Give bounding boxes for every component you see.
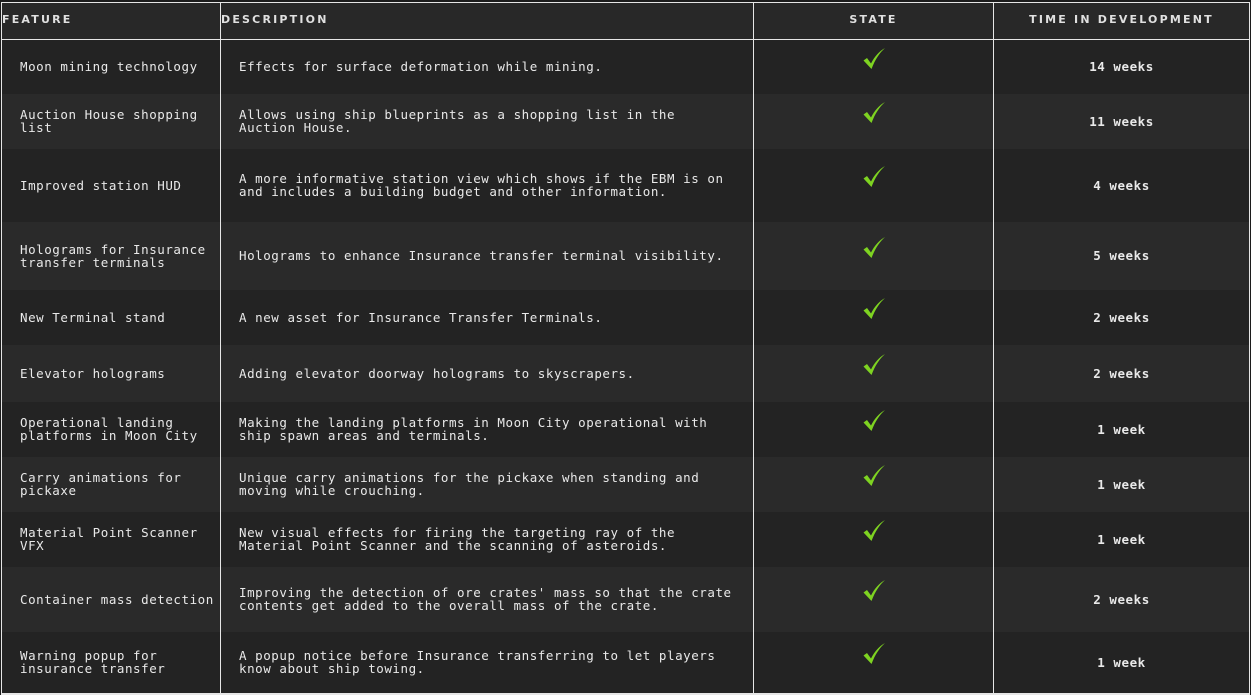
state-cell [753,289,994,345]
time-in-development-cell: 1 week [993,401,1250,457]
table-row: Elevator holograms Adding elevator doorw… [1,344,1250,402]
feature-cell: Warning popup for insurance transfer [1,631,221,695]
check-icon [861,641,887,667]
state-cell [753,93,994,149]
time-in-development-cell: 2 weeks [993,289,1250,345]
description-cell: Adding elevator doorway holograms to sky… [220,344,754,402]
check-icon [861,46,887,72]
feature-cell: Carry animations for pickaxe [1,456,221,512]
check-icon [861,235,887,261]
state-cell [753,511,994,567]
time-in-development-cell: 1 week [993,511,1250,567]
description-cell: A popup notice before Insurance transfer… [220,631,754,695]
header-time-in-development: Time in Development [993,2,1250,40]
feature-cell: Holograms for Insurance transfer termina… [1,221,221,290]
feature-cell: Container mass detection [1,566,221,632]
development-features-table: Feature Description State Time in Develo… [1,2,1250,695]
state-cell [753,401,994,457]
feature-cell: Moon mining technology [1,39,221,94]
check-icon [861,164,887,190]
time-in-development-cell: 1 week [993,456,1250,512]
table-row: Container mass detection Improving the d… [1,566,1250,632]
state-cell [753,631,994,695]
description-cell: Unique carry animations for the pickaxe … [220,456,754,512]
table-header-row: Feature Description State Time in Develo… [1,2,1250,40]
table-body: Moon mining technology Effects for surfa… [1,39,1250,695]
description-cell: Holograms to enhance Insurance transfer … [220,221,754,290]
description-cell: A new asset for Insurance Transfer Termi… [220,289,754,345]
check-icon [861,518,887,544]
check-icon [861,100,887,126]
time-in-development-cell: 14 weeks [993,39,1250,94]
feature-cell: Material Point Scanner VFX [1,511,221,567]
development-table-container: Feature Description State Time in Develo… [1,2,1250,695]
description-cell: Making the landing platforms in Moon Cit… [220,401,754,457]
feature-cell: Improved station HUD [1,148,221,222]
check-icon [861,352,887,378]
description-cell: Effects for surface deformation while mi… [220,39,754,94]
header-feature: Feature [1,2,221,40]
state-cell [753,221,994,290]
table-row: Operational landing platforms in Moon Ci… [1,401,1250,457]
table-row: Moon mining technology Effects for surfa… [1,39,1250,94]
time-in-development-cell: 2 weeks [993,344,1250,402]
table-row: Improved station HUD A more informative … [1,148,1250,222]
table-row: New Terminal stand A new asset for Insur… [1,289,1250,345]
state-cell [753,566,994,632]
table-row: Material Point Scanner VFX New visual ef… [1,511,1250,567]
table-row: Warning popup for insurance transfer A p… [1,631,1250,695]
check-icon [861,463,887,489]
description-cell: New visual effects for firing the target… [220,511,754,567]
description-cell: Allows using ship blueprints as a shoppi… [220,93,754,149]
time-in-development-cell: 4 weeks [993,148,1250,222]
time-in-development-cell: 11 weeks [993,93,1250,149]
header-description: Description [220,2,754,40]
header-state: State [753,2,994,40]
state-cell [753,344,994,402]
check-icon [861,578,887,604]
table-row: Auction House shopping list Allows using… [1,93,1250,149]
description-cell: Improving the detection of ore crates' m… [220,566,754,632]
state-cell [753,148,994,222]
description-cell: A more informative station view which sh… [220,148,754,222]
feature-cell: Elevator holograms [1,344,221,402]
check-icon [861,296,887,322]
state-cell [753,456,994,512]
state-cell [753,39,994,94]
check-icon [861,408,887,434]
feature-cell: Operational landing platforms in Moon Ci… [1,401,221,457]
time-in-development-cell: 1 week [993,631,1250,695]
time-in-development-cell: 5 weeks [993,221,1250,290]
feature-cell: New Terminal stand [1,289,221,345]
table-row: Carry animations for pickaxe Unique carr… [1,456,1250,512]
feature-cell: Auction House shopping list [1,93,221,149]
time-in-development-cell: 2 weeks [993,566,1250,632]
table-row: Holograms for Insurance transfer termina… [1,221,1250,290]
